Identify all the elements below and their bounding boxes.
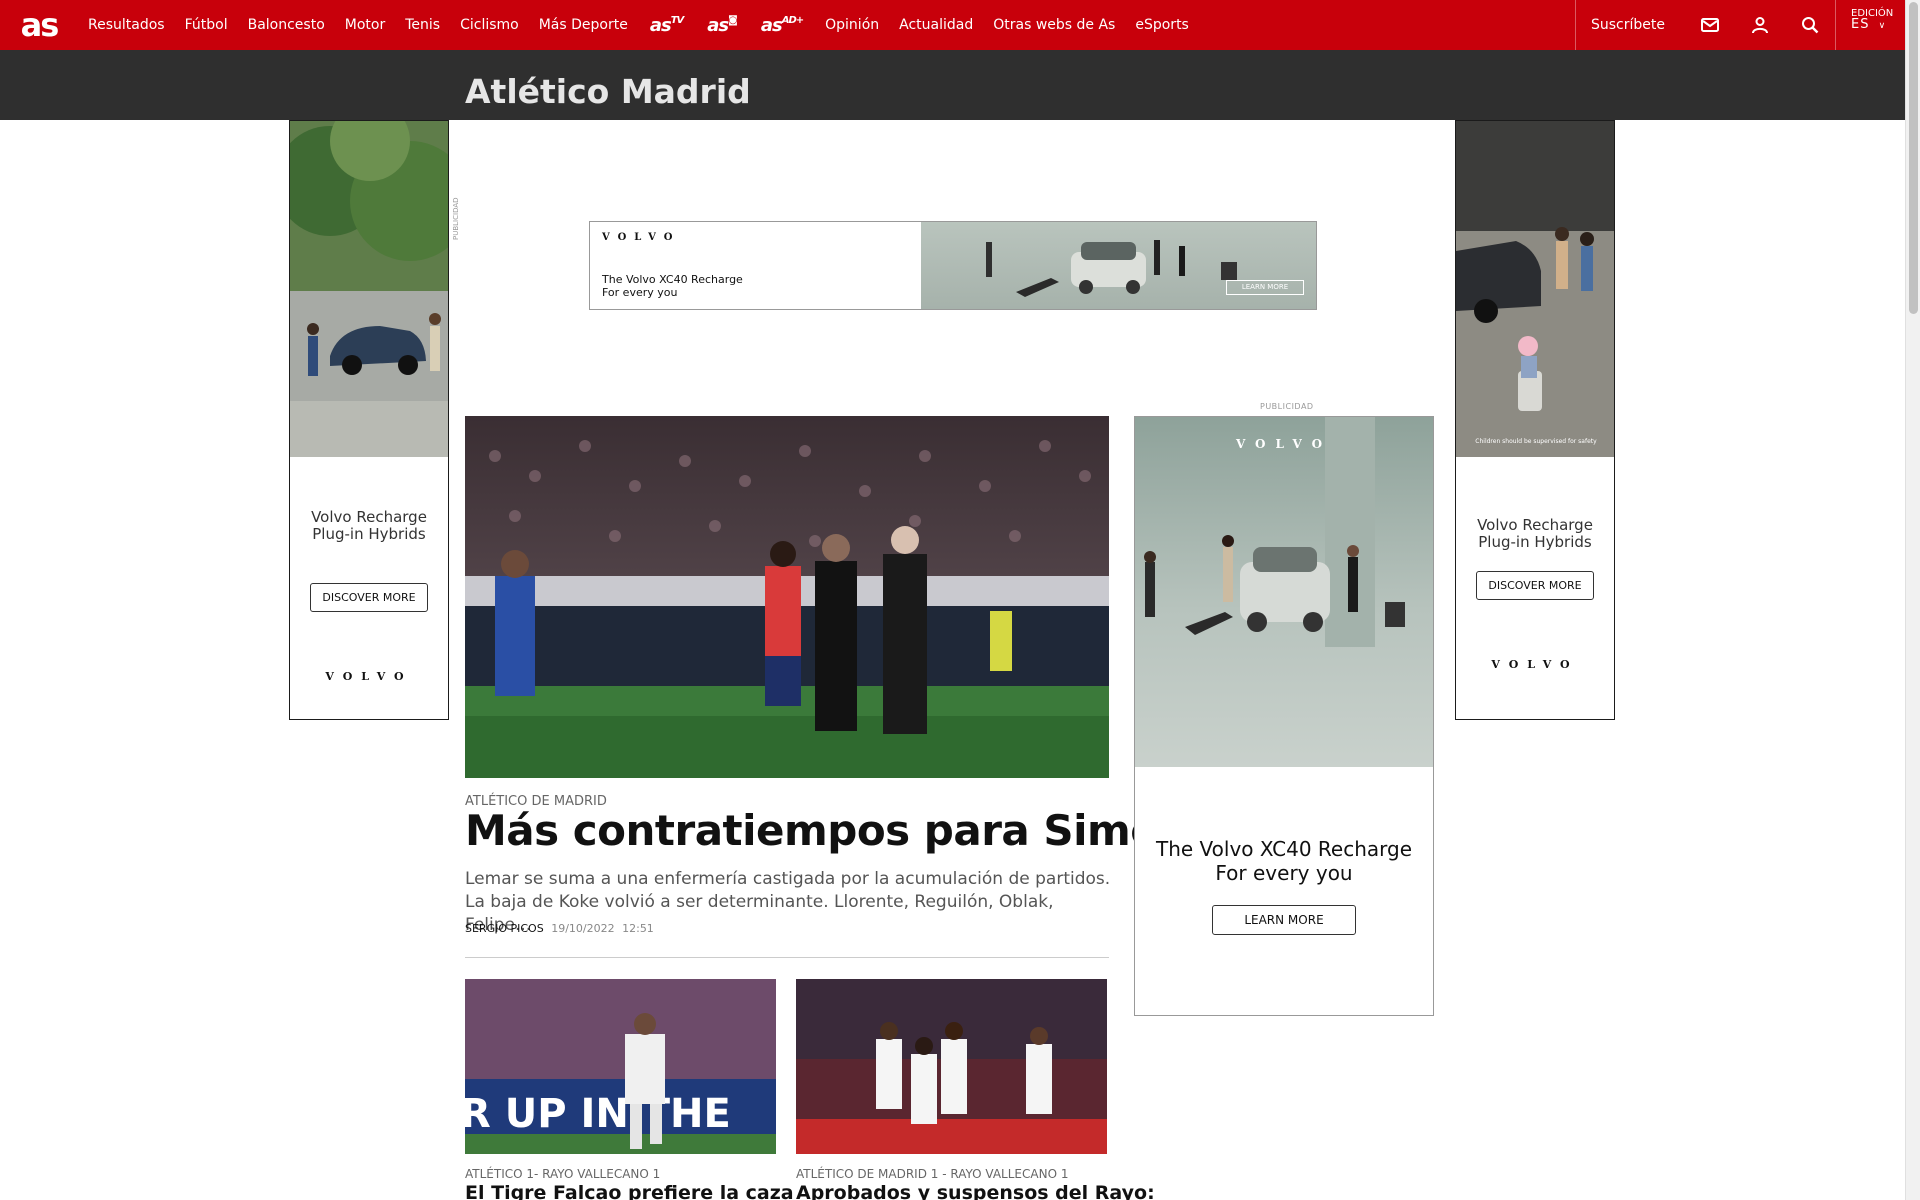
mail-icon[interactable] [1685,0,1735,50]
main-nav: Resultados Fútbol Baloncesto Motor Tenis… [78,0,1199,50]
ad-line2: For every you [602,286,678,299]
story-headline[interactable]: Más contratiempos para Simeone [465,806,1245,855]
stadium-banner-text: R UP IN THE [465,1091,731,1137]
ad-disclaimer: Children should be supervised for safety [1475,438,1597,445]
page-title: Atlético Madrid [465,72,751,111]
ad-line2: For every you [1215,861,1353,885]
header-tools: Suscríbete EDICIÓN ES ∨ [1575,0,1905,50]
volvo-wordmark: VOLVO [1235,437,1333,451]
volvo-wordmark: VOLVO [1491,658,1579,671]
nav-item-otras-webs[interactable]: Otras webs de As [983,17,1125,33]
left-skin-ad[interactable]: Volvo Recharge Plug-in Hybrids DISCOVER … [289,120,449,720]
ad-copy-line2: Plug-in Hybrids [1478,533,1592,551]
ad-copy-line1: Volvo Recharge [311,508,427,526]
nav-item-futbol[interactable]: Fútbol [175,17,238,33]
story-time: 12:51 [622,922,654,935]
card-title[interactable]: Aprobados y suspensos del Rayo: [796,1182,1155,1200]
divider [465,957,1109,958]
story-date: 19/10/2022 [551,922,615,935]
discover-more-button[interactable]: DISCOVER MORE [1476,571,1594,600]
story-byline: SERGIO PICOS 19/10/2022 12:51 [465,922,654,935]
section-header: Atlético Madrid [0,50,1905,120]
nav-item-motor[interactable]: Motor [335,17,395,33]
volvo-wordmark: VOLVO [325,670,413,683]
nav-item-mas-deporte[interactable]: Más Deporte [529,17,638,33]
learn-more-button[interactable]: LEARN MORE [1212,905,1356,935]
as-ad-logo[interactable]: asAD+ [749,15,815,36]
search-icon[interactable] [1785,0,1835,50]
card-image[interactable] [796,979,1107,1154]
scrollbar-thumb[interactable] [1909,2,1918,314]
ad-image: Children should be supervised for safety [1456,121,1614,457]
user-icon[interactable] [1735,0,1785,50]
edition-code: ES [1851,17,1870,32]
ad-copy-line1: Volvo Recharge [1477,516,1593,534]
ad-line1: The Volvo XC40 Recharge [1155,837,1413,861]
subscribe-link[interactable]: Suscríbete [1575,0,1685,50]
ad-line1: The Volvo XC40 Recharge [602,273,743,286]
publicidad-label-vertical: PUBLICIDAD [452,197,460,240]
as-foto-logo[interactable]: as◙ [695,15,749,36]
discover-more-button[interactable]: DISCOVER MORE [310,583,428,612]
story-author[interactable]: SERGIO PICOS [465,922,544,935]
nav-item-tenis[interactable]: Tenis [395,17,450,33]
nav-item-esports[interactable]: eSports [1125,17,1199,33]
publicidad-label: PUBLICIDAD [1260,402,1314,411]
edition-selector[interactable]: EDICIÓN ES ∨ [1835,0,1905,50]
page-scrollbar[interactable] [1905,0,1920,1200]
ad-image [290,121,448,457]
ad-image: LEARN MORE [921,222,1316,309]
top-navigation-bar: as Resultados Fútbol Baloncesto Motor Te… [0,0,1905,50]
nav-item-opinion[interactable]: Opinión [815,17,889,33]
card-kicker[interactable]: ATLÉTICO DE MADRID 1 - RAYO VALLECANO 1 [796,1167,1068,1181]
leaderboard-ad[interactable]: VOLVO The Volvo XC40 Recharge For every … [589,221,1317,310]
nav-item-resultados[interactable]: Resultados [78,17,175,33]
right-skin-ad[interactable]: Children should be supervised for safety… [1455,120,1615,720]
as-tv-logo[interactable]: asTV [638,15,695,36]
card-image[interactable]: R UP IN THE [465,979,776,1154]
card-kicker[interactable]: ATLÉTICO 1- RAYO VALLECANO 1 [465,1167,660,1181]
as-logo[interactable]: as [0,0,78,50]
chevron-down-icon: ∨ [1878,21,1887,31]
hero-image[interactable] [465,416,1109,778]
nav-item-baloncesto[interactable]: Baloncesto [238,17,335,33]
nav-item-ciclismo[interactable]: Ciclismo [450,17,529,33]
nav-item-actualidad[interactable]: Actualidad [889,17,983,33]
card-title[interactable]: El Tigre Falcao prefiere la caza [465,1182,794,1200]
mpu-ad[interactable]: VOLVO The Volvo XC40 Recharge For every … [1134,416,1434,1016]
ad-copy-line2: Plug-in Hybrids [312,525,426,543]
ad-image: VOLVO [1135,417,1433,767]
volvo-wordmark: VOLVO [602,232,681,243]
learn-more-button[interactable]: LEARN MORE [1226,280,1304,295]
